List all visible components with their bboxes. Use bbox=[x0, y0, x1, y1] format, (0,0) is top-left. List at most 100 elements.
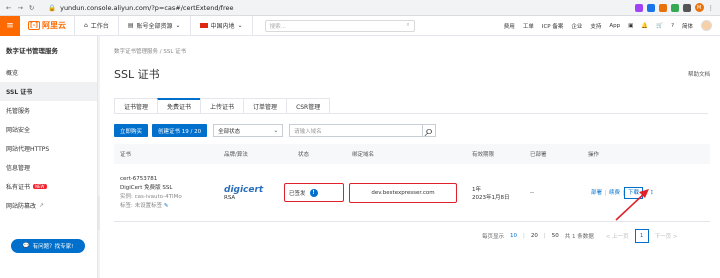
tab-label: 订单管理 bbox=[253, 103, 278, 111]
sidebar-title: 数字证书管理服务 bbox=[6, 47, 58, 55]
breadcrumb: 数字证书管理服务 / SSL 证书 bbox=[114, 49, 187, 55]
cert-tag-label: 标签: 未设置标签 bbox=[120, 202, 163, 209]
terminal-icon[interactable]: ▣ bbox=[628, 23, 633, 29]
tab-csr[interactable]: CSR管理 bbox=[286, 98, 331, 113]
sidebar-item-site-security[interactable]: 网站安全 bbox=[0, 120, 97, 139]
browser-toolbar: ← → ↻ 🔒 yundun.console.aliyun.com/?p=cas… bbox=[0, 0, 720, 16]
deploy-link[interactable]: 部署 bbox=[588, 189, 607, 196]
bell-icon[interactable]: 🔔 bbox=[641, 23, 648, 29]
sidebar-item-tamper[interactable]: 网站防篡改 ↗ bbox=[0, 196, 97, 215]
help-doc-link[interactable]: 帮助文档 bbox=[688, 70, 710, 78]
forward-icon[interactable]: → bbox=[17, 4, 22, 12]
extension-icon[interactable] bbox=[682, 3, 691, 12]
page-size-10[interactable]: 10 bbox=[510, 233, 517, 239]
chevron-down-icon: ⌄ bbox=[237, 22, 243, 29]
pagination: 每页显示 10 | 20 | 50 共 1 条数据 < 上一页 1 下一页 > bbox=[482, 229, 677, 243]
user-avatar[interactable] bbox=[701, 20, 712, 31]
cell-validity: 1年 2023年1月8日 bbox=[472, 185, 530, 201]
annotation-arrow-line bbox=[615, 191, 647, 221]
info-icon[interactable]: ! bbox=[309, 188, 318, 197]
sidebar-item-https-proxy[interactable]: 网站代理HTTPS bbox=[0, 139, 97, 158]
external-link-icon: ↗ bbox=[39, 202, 45, 209]
resource-icon: ▤ bbox=[127, 22, 134, 29]
expert-help-button[interactable]: 💬 有问题？找专家! bbox=[11, 239, 85, 253]
sidebar-item-private-cert[interactable]: 私有证书 NEW bbox=[0, 177, 97, 196]
chevron-down-icon: ⌄ bbox=[175, 22, 181, 29]
tab-upload-cert[interactable]: 上传证书 bbox=[200, 98, 245, 113]
search-button[interactable]: ⌕ bbox=[423, 121, 437, 140]
total-count: 共 1 条数据 bbox=[564, 234, 594, 240]
sidebar-item-managed[interactable]: 托管服务 bbox=[0, 101, 97, 120]
sidebar-item-label: SSL 证书 bbox=[6, 89, 33, 96]
reload-icon[interactable]: ↻ bbox=[29, 4, 34, 12]
cert-name: cert-6753781 bbox=[120, 175, 158, 182]
search-icon: ⌕ bbox=[424, 120, 434, 140]
tab-orders[interactable]: 订单管理 bbox=[243, 98, 288, 113]
aliyun-logo[interactable]: [-] 阿里云 bbox=[20, 16, 75, 35]
extension-icon[interactable] bbox=[670, 3, 679, 12]
region-select[interactable]: 中国内地 ⌄ bbox=[191, 16, 253, 35]
console-search-input[interactable]: 搜索... ⌕ bbox=[264, 19, 415, 32]
language-select[interactable]: 简体 bbox=[682, 22, 693, 30]
cart-icon[interactable]: 🛒 bbox=[656, 23, 663, 29]
page-size-20[interactable]: 20 bbox=[531, 233, 538, 239]
back-icon[interactable]: ← bbox=[6, 4, 11, 12]
validity-period: 1年 bbox=[472, 186, 481, 193]
page-size-50[interactable]: 50 bbox=[552, 233, 559, 239]
profile-avatar[interactable]: M bbox=[694, 3, 704, 12]
sidebar-item-label: 网站安全 bbox=[6, 127, 31, 134]
topbar-link-icp[interactable]: ICP 备案 bbox=[542, 22, 564, 30]
tab-label: 证书管理 bbox=[124, 103, 149, 111]
next-page-button[interactable]: 下一页 > bbox=[655, 232, 678, 240]
col-header-deployed: 已部署 bbox=[530, 152, 547, 158]
extension-icon[interactable] bbox=[634, 3, 643, 12]
tab-label: CSR管理 bbox=[296, 103, 321, 111]
tab-free-cert[interactable]: 免费证书 bbox=[157, 98, 202, 113]
topbar-link-app[interactable]: App bbox=[609, 23, 620, 29]
extension-icon[interactable] bbox=[646, 3, 655, 12]
topbar-link-fees[interactable]: 费用 bbox=[504, 22, 515, 30]
create-cert-button[interactable]: 创建证书 19 / 20 bbox=[152, 124, 208, 137]
topbar-link-tickets[interactable]: 工单 bbox=[523, 22, 534, 30]
sidebar-item-info[interactable]: 信息管理 bbox=[0, 158, 97, 177]
chat-icon: 💬 bbox=[22, 243, 30, 249]
cert-tag: 标签: 未设置标签 ✎ bbox=[120, 202, 224, 211]
col-header-domain: 绑定域名 bbox=[352, 152, 375, 158]
page-title: SSL 证书 bbox=[114, 68, 160, 81]
sidebar: 数字证书管理服务 概览 SSL 证书 托管服务 网站安全 网站代理HTTPS 信… bbox=[0, 36, 98, 278]
page-1-button[interactable]: 1 bbox=[634, 229, 649, 243]
buy-now-button[interactable]: 立即购买 bbox=[114, 124, 149, 137]
cert-type: DigiCert 免费版 SSL bbox=[120, 184, 173, 191]
sidebar-item-overview[interactable]: 概览 bbox=[0, 63, 97, 82]
address-bar[interactable]: 🔒 yundun.console.aliyun.com/?p=cas#/cert… bbox=[48, 4, 635, 12]
search-placeholder: 搜索... bbox=[269, 23, 286, 30]
topbar-link-enterprise[interactable]: 企业 bbox=[571, 22, 582, 30]
home-icon: ⌂ bbox=[83, 22, 88, 29]
extension-icon[interactable] bbox=[658, 3, 667, 12]
workbench-link[interactable]: ⌂ 工作台 bbox=[75, 16, 119, 35]
status-text: 已签发 bbox=[289, 190, 306, 197]
col-header-brand: 品牌/算法 bbox=[224, 152, 248, 158]
status-filter-select[interactable]: 全部状态 ⌄ bbox=[213, 124, 284, 137]
domain-search-input[interactable]: 请输入域名 bbox=[289, 124, 424, 137]
topbar-link-support[interactable]: 支持 bbox=[590, 22, 601, 30]
help-icon[interactable]: ? bbox=[671, 23, 674, 29]
topbar-links: 费用 工单 ICP 备案 企业 支持 App ▣ 🔔 🛒 ? 简体 bbox=[504, 20, 720, 31]
edit-tag-icon[interactable]: ✎ bbox=[164, 203, 169, 209]
sidebar-item-label: 网站代理HTTPS bbox=[6, 146, 50, 153]
sidebar-item-ssl[interactable]: SSL 证书 bbox=[0, 82, 97, 101]
account-scope-select[interactable]: ▤ 账号全部资源 ⌄ bbox=[119, 16, 191, 35]
chevron-down-icon: ⌄ bbox=[273, 127, 279, 134]
china-flag-icon bbox=[199, 23, 208, 28]
tab-cert-management[interactable]: 证书管理 bbox=[114, 98, 159, 113]
validity-date: 2023年1月8日 bbox=[472, 194, 510, 201]
col-header-actions: 操作 bbox=[588, 152, 600, 158]
more-icon[interactable]: ⋮ bbox=[708, 4, 715, 12]
bound-domain: dev.bestexpresser.com bbox=[349, 182, 457, 203]
cell-deployed: -- bbox=[530, 189, 534, 196]
cert-table: 证书 品牌/算法 状态 绑定域名 有效期限 已部署 操作 cert-675378… bbox=[114, 144, 710, 222]
divider: | bbox=[523, 233, 525, 239]
logo-text: 阿里云 bbox=[41, 21, 66, 30]
menu-icon[interactable]: ≡ bbox=[0, 15, 20, 36]
prev-page-button[interactable]: < 上一页 bbox=[606, 232, 629, 240]
